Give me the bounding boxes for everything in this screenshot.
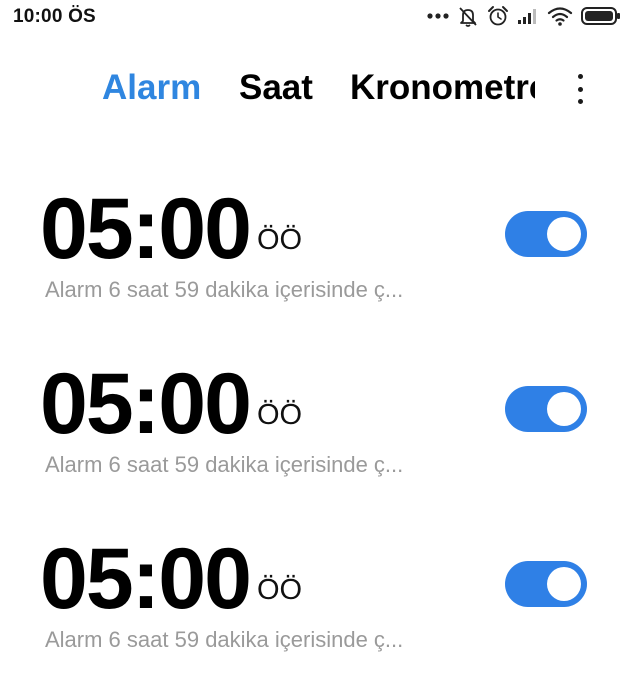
more-vertical-icon[interactable]	[572, 74, 588, 104]
alarm-description: Alarm 6 saat 59 dakika içerisinde ç...	[45, 277, 404, 302]
status-bar: 10:00 ÖS	[0, 0, 635, 34]
alarm-item[interactable]: 05:00 ÖÖ Alarm 6 saat 59 dakika içerisin…	[0, 184, 635, 344]
tab-alarm[interactable]: Alarm	[102, 66, 201, 110]
toggle-knob	[547, 217, 581, 251]
status-time: 10:00 ÖS	[13, 6, 96, 27]
alarm-description: Alarm 6 saat 59 dakika içerisinde ç...	[45, 452, 404, 477]
alarm-ampm: ÖÖ	[257, 224, 303, 256]
alarm-item[interactable]: 05:00 ÖÖ Alarm 6 saat 59 dakika içerisin…	[0, 359, 635, 519]
more-dots-icon	[427, 4, 449, 28]
tab-kronometre[interactable]: Kronometre	[350, 66, 535, 110]
tab-saat[interactable]: Saat	[239, 66, 313, 110]
alarm-toggle[interactable]	[505, 211, 587, 257]
alarm-time: 05:00	[40, 531, 252, 627]
toggle-knob	[547, 567, 581, 601]
alarm-toggle[interactable]	[505, 386, 587, 432]
wifi-icon	[547, 4, 573, 28]
alarm-time: 05:00	[40, 356, 252, 452]
signal-icon	[517, 4, 539, 28]
alarm-toggle[interactable]	[505, 561, 587, 607]
alarm-ampm: ÖÖ	[257, 574, 303, 606]
alarm-ampm: ÖÖ	[257, 399, 303, 431]
tab-bar: Alarm Saat Kronometre	[0, 66, 635, 116]
alarm-time: 05:00	[40, 181, 252, 277]
alarm-description: Alarm 6 saat 59 dakika içerisinde ç...	[45, 627, 404, 652]
toggle-knob	[547, 392, 581, 426]
status-icons	[427, 4, 621, 28]
alarm-clock-icon	[487, 4, 509, 28]
battery-icon	[581, 4, 621, 28]
notifications-off-icon	[457, 4, 479, 28]
alarm-item[interactable]: 05:00 ÖÖ Alarm 6 saat 59 dakika içerisin…	[0, 534, 635, 694]
